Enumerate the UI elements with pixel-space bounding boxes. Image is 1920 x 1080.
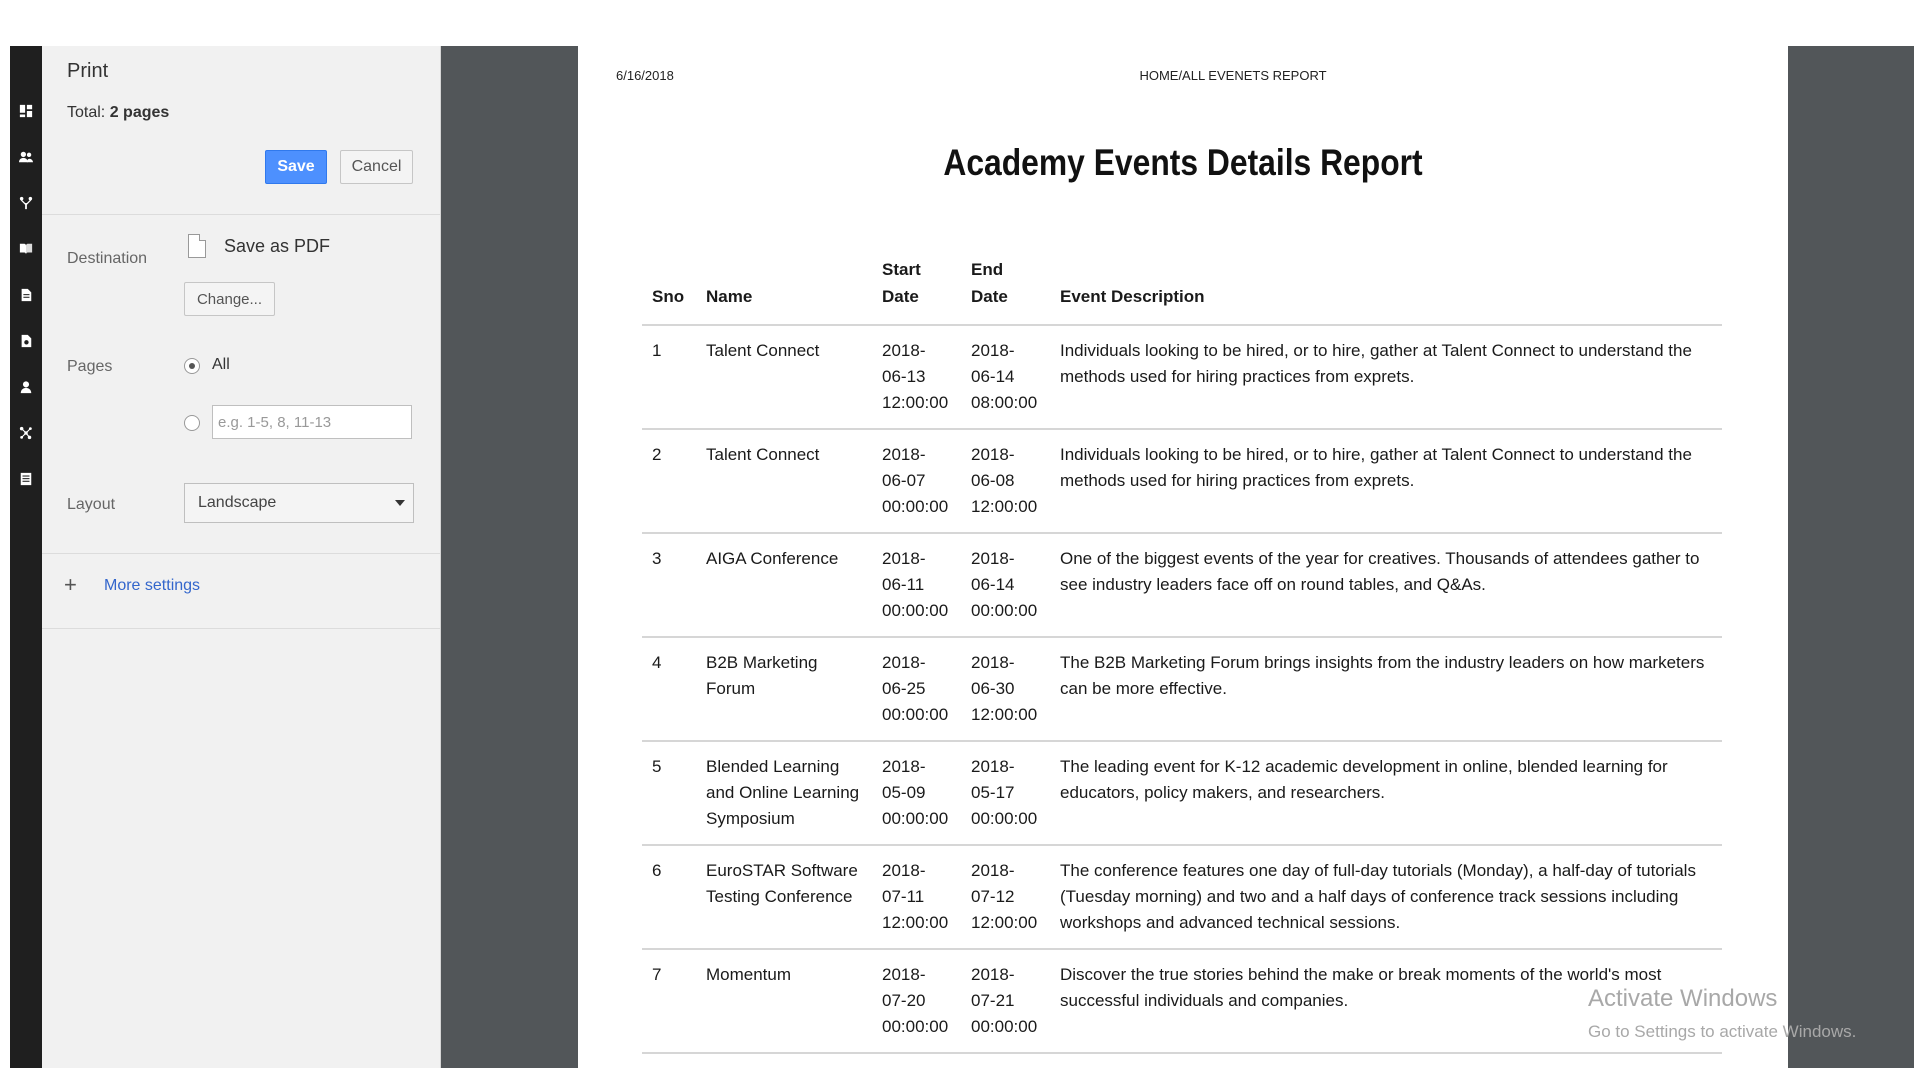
cell-name: AIGA Conference [696,533,872,638]
cell-description: The conference features one day of full-… [1050,845,1722,950]
app-sidebar-rail [10,46,42,1068]
change-destination-button[interactable]: Change... [184,282,275,316]
total-value: 2 pages [109,104,170,121]
table-row: 3 AIGA Conference 2018- 06-11 00:00:00 2018- 0… [642,533,1722,638]
total-pages: Total: 2 pages [67,104,169,122]
cell-start-date: 2018- 07-11 12:00:00 [872,845,961,950]
cell-description: One of the biggest events of the year fo… [1050,533,1722,638]
report-title: Academy Events Details Report [943,142,1423,183]
destination-label: Destination [67,250,148,267]
print-settings-panel: Print Total: 2 pages Save Cancel Destina… [42,46,441,1068]
pdf-document-icon [188,234,206,258]
divider [42,628,440,629]
cell-start-date: 2018- 07-20 00:00:00 [872,949,961,1054]
table-row: 6 EuroSTAR Software Testing Conference 201… [642,845,1722,950]
table-row: 5 Blended Learning and Online Learning Sy… [642,741,1722,846]
report-icon[interactable] [18,333,34,349]
pages-custom-radio[interactable] [184,415,200,431]
print-title: Print [67,60,109,82]
table-row: 4 B2B Marketing Forum 2018- 06-25 00:00:00 20… [642,637,1722,742]
column-header-description: Event Description [1050,256,1722,326]
more-settings-link[interactable]: More settings [104,577,200,595]
pages-label: Pages [67,358,113,375]
cell-description: Individuals looking to be hired, or to h… [1050,325,1722,430]
cell-name: Blended Learning and Online Learning Sym… [696,741,872,846]
cell-end-date: 2018- 06-30 12:00:00 [961,637,1050,742]
cell-start-date: 2018- 06-25 00:00:00 [872,637,961,742]
cell-end-date: 2018- 06-14 08:00:00 [961,325,1050,430]
cell-sno: 7 [642,949,696,1054]
cell-description: The leading event for K-12 academic deve… [1050,741,1722,846]
column-header-name: Name [696,256,872,326]
cell-name: B2B Marketing Forum [696,637,872,742]
cell-sno: 2 [642,429,696,534]
cell-end-date: 2018- 06-14 00:00:00 [961,533,1050,638]
layout-value: Landscape [198,494,277,511]
cell-end-date: 2018- 07-21 00:00:00 [961,949,1050,1054]
layout-label: Layout [67,496,116,513]
cell-name: Talent Connect [696,325,872,430]
divider [42,553,440,554]
pages-all-label: All [212,356,230,373]
save-button[interactable]: Save [265,150,327,184]
cell-start-date: 2018- 06-11 00:00:00 [872,533,961,638]
cell-end-date: 2018- 07-12 12:00:00 [961,845,1050,950]
chevron-down-icon [395,500,405,506]
book-icon[interactable] [18,241,34,257]
cell-start-date: 2018- 05-09 00:00:00 [872,741,961,846]
dashboard-icon[interactable] [18,103,34,119]
preview-page: 6/16/2018 HOME/ALL EVENETS REPORT Academ… [578,46,1788,1068]
cell-description: Individuals looking to be hired, or to h… [1050,429,1722,534]
cancel-button[interactable]: Cancel [340,150,413,184]
network-icon[interactable] [18,425,34,441]
cell-sno: 3 [642,533,696,638]
divider [42,214,440,215]
cell-sno: 4 [642,637,696,742]
activation-watermark-title: Activate Windows [1588,985,1778,1012]
cell-start-date: 2018- 06-13 12:00:00 [872,325,961,430]
pages-all-radio[interactable] [184,358,200,374]
table-row: 1 Talent Connect 2018- 06-13 12:00:00 2018- 06… [642,325,1722,430]
cell-start-date: 2018- 06-07 00:00:00 [872,429,961,534]
pages-range-input[interactable] [212,405,412,439]
column-header-start-date: Start Date [872,256,961,326]
column-header-sno: Sno [642,256,696,326]
cell-sno: 6 [642,845,696,950]
document-icon[interactable] [18,287,34,303]
cell-end-date: 2018- 06-08 12:00:00 [961,429,1050,534]
print-preview-screen: Print Total: 2 pages Save Cancel Destina… [10,46,1914,1068]
cell-description: The B2B Marketing Forum brings insights … [1050,637,1722,742]
events-table: Sno Name Start Date End Date Event Descrip… [642,256,1722,1054]
list-icon[interactable] [18,471,34,487]
table-row: 7 Momentum 2018- 07-20 00:00:00 2018- 07-21 00:… [642,949,1722,1054]
cell-end-date: 2018- 05-17 00:00:00 [961,741,1050,846]
cell-sno: 1 [642,325,696,430]
cell-name: EuroSTAR Software Testing Conference [696,845,872,950]
table-header-row: Sno Name Start Date End Date Event Descrip… [642,256,1722,326]
table-row: 2 Talent Connect 2018- 06-07 00:00:00 2018- 06… [642,429,1722,534]
total-label: Total: [67,104,106,121]
branch-icon[interactable] [18,195,34,211]
layout-select[interactable]: Landscape [184,483,414,523]
document-header: HOME/ALL EVENETS REPORT [1139,68,1327,83]
user-icon[interactable] [18,379,34,395]
column-header-end-date: End Date [961,256,1050,326]
activation-watermark-subtitle: Go to Settings to activate Windows. [1588,1022,1857,1041]
destination-value: Save as PDF [224,236,331,256]
cell-name: Momentum [696,949,872,1054]
users-icon[interactable] [18,149,34,165]
cell-sno: 5 [642,741,696,846]
plus-icon[interactable]: + [64,574,77,596]
cell-name: Talent Connect [696,429,872,534]
